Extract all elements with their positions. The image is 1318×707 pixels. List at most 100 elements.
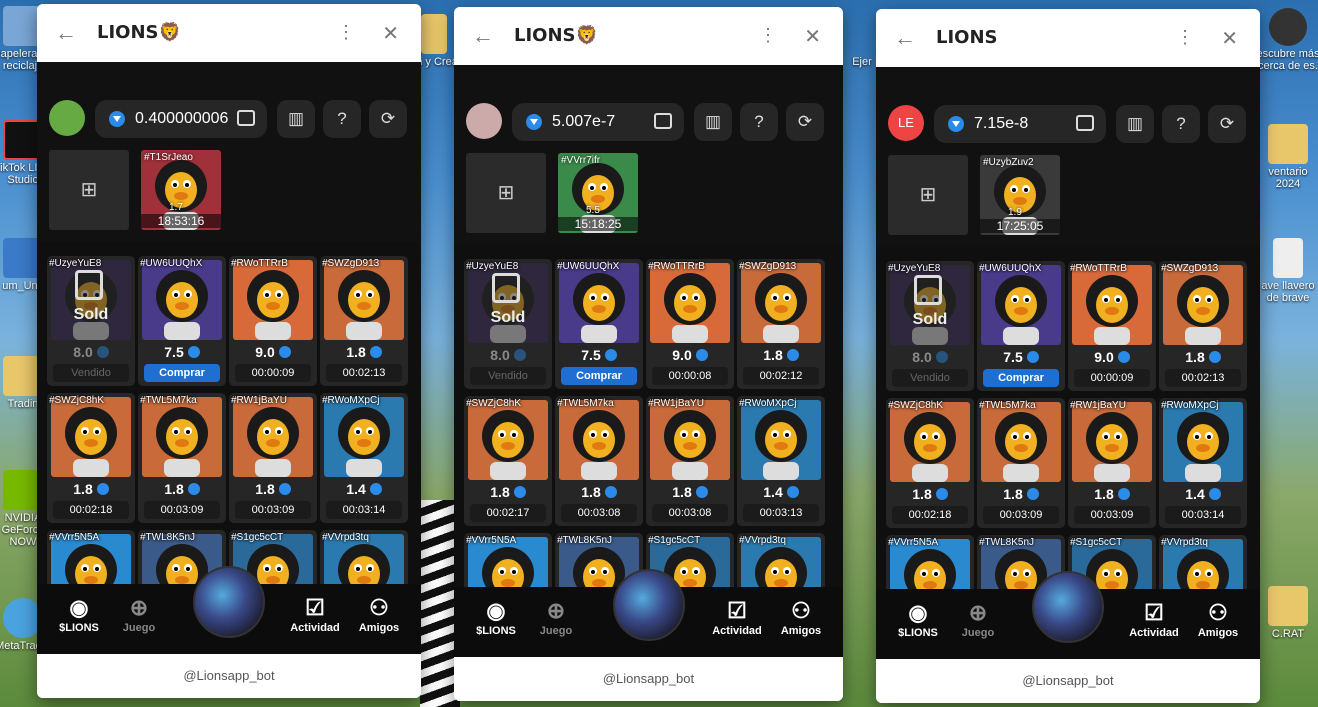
card-price: 1.8 xyxy=(555,484,643,500)
nft-id: #VVrpd3tq xyxy=(1161,537,1208,548)
desktop-icon-ejer[interactable]: Ejer xyxy=(844,56,880,68)
wallet-icon[interactable] xyxy=(237,110,255,126)
lion-nft-image xyxy=(324,260,404,340)
help-button[interactable]: ? xyxy=(1162,105,1200,143)
nft-market-card[interactable]: #UzyeYuE8 Sold 8.0 Vendido xyxy=(464,259,552,389)
my-nft-card[interactable]: #VVrr7ifr 5.5 15:18:25 xyxy=(558,153,638,233)
nft-market-card[interactable]: #UzyeYuE8 Sold 8.0 Vendido xyxy=(47,256,135,386)
nav-friends[interactable]: ⚇ Amigos xyxy=(771,597,831,637)
nav-game[interactable]: ⊕ Juego xyxy=(526,597,586,637)
nft-market-card[interactable]: #RWoTTRrB 9.0 00:00:09 xyxy=(1068,261,1156,391)
my-nft-card[interactable]: #T1SrJeao 1.7 18:53:16 xyxy=(141,150,221,230)
wallet-icon[interactable] xyxy=(1076,115,1094,131)
kebab-menu-icon[interactable]: ⋮ xyxy=(759,25,777,46)
nft-market-card[interactable]: #SWZgD913 1.8 00:02:13 xyxy=(1159,261,1247,391)
nft-market-card[interactable]: #RW1jBaYU 1.8 00:03:09 xyxy=(229,393,317,523)
nav-activity[interactable]: ☑ Actividad xyxy=(285,594,345,634)
nav-lions[interactable]: ◉ $LIONS xyxy=(888,599,948,639)
balance-pill[interactable]: 5.007e-7 xyxy=(512,103,684,141)
nft-market-card[interactable]: #RW1jBaYU 1.8 00:03:08 xyxy=(646,396,734,526)
nav-lions[interactable]: ◉ $LIONS xyxy=(49,594,109,634)
leaderboard-button[interactable]: ▥ xyxy=(694,103,732,141)
center-dice-button[interactable] xyxy=(612,569,685,641)
help-button[interactable]: ? xyxy=(323,100,361,138)
card-price: 1.4 xyxy=(1159,486,1247,502)
desktop-icon-inventario[interactable]: ventario 2024 xyxy=(1256,124,1318,190)
nft-market-card[interactable]: #UW6UUQhX 7.5 Comprar xyxy=(555,259,643,389)
back-arrow-icon[interactable]: ← xyxy=(472,25,496,49)
ton-diamond-icon xyxy=(786,349,799,361)
nft-image xyxy=(559,263,639,343)
nft-market-card[interactable]: #RWoTTRrB 9.0 00:00:08 xyxy=(646,259,734,389)
desktop-icon-brave-file[interactable]: ave llavero de brave xyxy=(1256,238,1318,304)
add-nft-button[interactable]: ⊞ xyxy=(466,153,546,233)
desktop-icon-discover[interactable]: escubre más cerca de es. xyxy=(1256,8,1318,72)
nft-market-card[interactable]: #RW1jBaYU 1.8 00:03:09 xyxy=(1068,398,1156,528)
bot-footer[interactable]: @Lionsapp_bot xyxy=(876,659,1260,703)
nft-id: #S1gc5cCT xyxy=(1070,537,1123,548)
card-timer: 00:00:09 xyxy=(1074,369,1150,387)
nft-id: #SWZjC8hK xyxy=(888,400,944,411)
wallet-icon[interactable] xyxy=(654,113,672,129)
nft-market-card[interactable]: #RWoMXpCj 1.4 00:03:13 xyxy=(737,396,825,526)
kebab-menu-icon[interactable]: ⋮ xyxy=(337,22,355,43)
avatar[interactable] xyxy=(466,103,502,139)
add-nft-button[interactable]: ⊞ xyxy=(49,150,129,230)
nft-market-card[interactable]: #TWL5M7ka 1.8 00:03:09 xyxy=(138,393,226,523)
buy-button[interactable]: Comprar xyxy=(983,369,1059,387)
nav-activity[interactable]: ☑ Actividad xyxy=(707,597,767,637)
desktop-icon-crat[interactable]: C.RAT xyxy=(1256,586,1318,640)
nft-market-card[interactable]: #SWZjC8hK 1.8 00:02:17 xyxy=(464,396,552,526)
balance-pill[interactable]: 0.400000006 xyxy=(95,100,267,138)
nav-lions[interactable]: ◉ $LIONS xyxy=(466,597,526,637)
nft-market-card[interactable]: #RWoTTRrB 9.0 00:00:09 xyxy=(229,256,317,386)
nft-market-card[interactable]: #TWL5M7ka 1.8 00:03:08 xyxy=(555,396,643,526)
buy-button[interactable]: Comprar xyxy=(561,367,637,385)
nft-market-card[interactable]: #TWL5M7ka 1.8 00:03:09 xyxy=(977,398,1065,528)
nft-market-card[interactable]: #RWoMXpCj 1.4 00:03:14 xyxy=(320,393,408,523)
ton-diamond-icon xyxy=(786,486,799,498)
leaderboard-button[interactable]: ▥ xyxy=(277,100,315,138)
buy-button[interactable]: Comprar xyxy=(144,364,220,382)
close-icon[interactable]: ✕ xyxy=(1221,26,1238,51)
shopping-bag-icon xyxy=(914,275,942,305)
nft-market-card[interactable]: #RWoMXpCj 1.4 00:03:14 xyxy=(1159,398,1247,528)
nft-market-card[interactable]: #UzyeYuE8 Sold 8.0 Vendido xyxy=(886,261,974,391)
avatar[interactable]: LE xyxy=(888,105,924,141)
nav-game[interactable]: ⊕ Juego xyxy=(109,594,169,634)
bot-footer[interactable]: @Lionsapp_bot xyxy=(454,657,843,701)
refresh-button[interactable]: ⟳ xyxy=(1208,105,1246,143)
bottom-nav: ◉ $LIONS ⊕ Juego ☑ Actividad ⚇ Amigos xyxy=(454,569,843,657)
ton-diamond-icon xyxy=(1117,488,1130,500)
add-nft-button[interactable]: ⊞ xyxy=(888,155,968,235)
leaderboard-button[interactable]: ▥ xyxy=(1116,105,1154,143)
close-icon[interactable]: ✕ xyxy=(804,24,821,49)
nft-id: #UzyeYuE8 xyxy=(888,263,941,274)
kebab-menu-icon[interactable]: ⋮ xyxy=(1176,27,1194,48)
balance-pill[interactable]: 7.15e-8 xyxy=(934,105,1106,143)
nft-market-card[interactable]: #SWZjC8hK 1.8 00:02:18 xyxy=(47,393,135,523)
nft-market-card[interactable]: #UW6UUQhX 7.5 Comprar xyxy=(977,261,1065,391)
nft-market-card[interactable]: #SWZgD913 1.8 00:02:13 xyxy=(320,256,408,386)
nav-friends[interactable]: ⚇ Amigos xyxy=(1188,599,1248,639)
help-button[interactable]: ? xyxy=(740,103,778,141)
nav-activity[interactable]: ☑ Actividad xyxy=(1124,599,1184,639)
refresh-button[interactable]: ⟳ xyxy=(786,103,824,141)
nft-image xyxy=(51,397,131,477)
nft-market-card[interactable]: #UW6UUQhX 7.5 Comprar xyxy=(138,256,226,386)
refresh-button[interactable]: ⟳ xyxy=(369,100,407,138)
coins-icon: ◉ xyxy=(69,595,89,620)
nav-friends[interactable]: ⚇ Amigos xyxy=(349,594,409,634)
nft-market-card[interactable]: #SWZgD913 1.8 00:02:12 xyxy=(737,259,825,389)
window-title: LIONS🦁 xyxy=(97,22,181,43)
nav-game[interactable]: ⊕ Juego xyxy=(948,599,1008,639)
avatar[interactable] xyxy=(49,100,85,136)
close-icon[interactable]: ✕ xyxy=(382,21,399,46)
back-arrow-icon[interactable]: ← xyxy=(894,27,918,51)
back-arrow-icon[interactable]: ← xyxy=(55,22,79,46)
center-dice-button[interactable] xyxy=(1032,571,1104,643)
nft-market-card[interactable]: #SWZjC8hK 1.8 00:02:18 xyxy=(886,398,974,528)
my-nft-card[interactable]: #UzybZuv2 1.9 17:25:05 xyxy=(980,155,1060,235)
bot-footer[interactable]: @Lionsapp_bot xyxy=(37,654,421,698)
center-dice-button[interactable] xyxy=(193,566,265,638)
